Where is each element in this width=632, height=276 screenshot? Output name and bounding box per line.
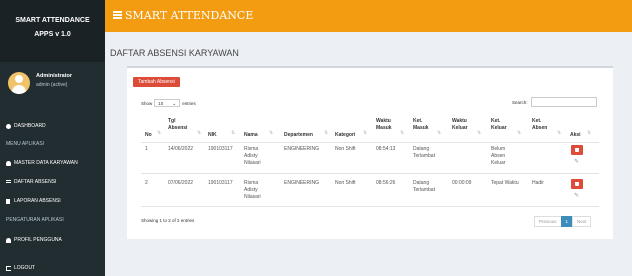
cell-ket-keluar: Belum Absen Keluar	[491, 146, 506, 166]
entries-select-value: 10	[158, 100, 164, 106]
sort-icon: ⇅	[587, 130, 592, 136]
row-divider	[141, 173, 599, 174]
cell-nama: Risma Adisty Nilasari	[244, 180, 261, 200]
sort-icon: ⇅	[157, 130, 162, 136]
header-title: SMART ATTENDANCE	[125, 9, 254, 22]
cell-ket-masuk: Datang Terlambat	[413, 180, 435, 193]
pagination: Previous 1 Next	[534, 216, 592, 227]
sidebar-item-logout[interactable]: LOGOUT	[0, 262, 105, 274]
app-version: APPS v 1.0	[34, 31, 71, 38]
sidebar-item-master-data-karyawan[interactable]: MASTER DATA KARYAWAN	[0, 157, 105, 169]
hamburger-menu-icon[interactable]	[113, 11, 122, 19]
cell-waktu-masuk: 08:56:26	[376, 180, 396, 186]
column-header-ket-absen[interactable]: Ket. Absen	[532, 118, 547, 132]
sort-icon: ⇅	[324, 130, 329, 136]
column-header-departemen[interactable]: Departemen	[284, 132, 313, 139]
cell-no: 1	[145, 146, 148, 152]
search-control: Search:	[512, 97, 597, 107]
sidebar-header-pengaturan-aplikasi: PENGATURAN APLIKASI	[6, 217, 64, 223]
cell-waktu-keluar: 00:00:09	[452, 180, 472, 186]
page-title: DAFTAR ABSENSI KARYAWAN	[110, 48, 239, 58]
users-icon	[6, 160, 11, 166]
sort-icon: ⇅	[437, 130, 442, 136]
column-header-waktu-keluar[interactable]: Waktu Keluar	[452, 118, 468, 132]
cell-ket-keluar: Tepat Waktu	[491, 180, 519, 186]
user-icon	[6, 237, 11, 243]
sidebar-item-label: MASTER DATA KARYAWAN	[14, 160, 78, 166]
sort-icon: ⇅	[557, 130, 562, 136]
sort-icon: ⇅	[269, 130, 274, 136]
row-divider	[141, 206, 599, 207]
brand: SMART ATTENDANCE APPS v 1.0	[0, 0, 105, 62]
content-box: Tambah Absensi Show 10 ⌄ entries Search:…	[127, 66, 613, 239]
avatar	[8, 72, 30, 94]
list-icon	[6, 180, 11, 184]
sort-icon: ⇅	[400, 130, 405, 136]
sort-icon: ⇅	[363, 130, 368, 136]
user-name: Administrator	[36, 73, 73, 79]
cell-nik: 190103117	[208, 146, 233, 152]
entries-length-control: Show 10 ⌄ entries	[141, 99, 196, 107]
sidebar: SMART ATTENDANCE APPS v 1.0 Administrato…	[0, 0, 105, 276]
cell-departemen: ENGINEERING	[284, 180, 320, 186]
logout-icon	[6, 265, 11, 271]
column-header-nama[interactable]: Nama	[244, 132, 258, 139]
column-header-tgl-absensi[interactable]: Tgl Absensi	[168, 118, 187, 132]
column-header-no[interactable]: No	[145, 132, 152, 139]
sidebar-item-label: DAFTAR ABSENSI	[14, 179, 57, 185]
search-input[interactable]	[530, 97, 597, 107]
edit-icon[interactable]: ✎	[574, 192, 579, 199]
chevron-down-icon: ⌄	[172, 101, 177, 107]
user-status: admin (active)	[36, 82, 68, 88]
app-name: SMART ATTENDANCE	[15, 17, 90, 24]
column-header-ket-masuk[interactable]: Ket. Masuk	[413, 118, 429, 132]
cell-kategori: Non Shift	[335, 180, 356, 186]
sidebar-item-label: LAPORAN ABSENSI	[14, 198, 61, 204]
sidebar-item-daftar-absensi[interactable]: DAFTAR ABSENSI	[0, 176, 105, 188]
dashboard-icon	[6, 123, 11, 129]
cell-departemen: ENGINEERING	[284, 146, 320, 152]
sidebar-item-label: PROFIL PENGGUNA	[14, 237, 62, 243]
sort-icon: ⇅	[477, 130, 482, 136]
table-info: Showing 1 to 2 of 2 entries	[141, 218, 195, 223]
sidebar-item-laporan-absensi[interactable]: LAPORAN ABSENSI	[0, 195, 105, 207]
cell-nik: 190103117	[208, 180, 233, 186]
delete-button[interactable]	[571, 179, 583, 189]
column-header-kategori[interactable]: Kategori	[335, 132, 355, 139]
sidebar-item-label: LOGOUT	[14, 265, 36, 271]
cell-nama: Risma Adisty Nilasari	[244, 146, 261, 166]
column-header-aksi[interactable]: Aksi	[570, 132, 581, 139]
sort-icon: ⇅	[197, 130, 202, 136]
cell-no: 2	[145, 180, 148, 186]
add-attendance-button[interactable]: Tambah Absensi	[133, 77, 180, 87]
cell-tgl-absensi: 14/06/2022	[168, 146, 194, 152]
cell-waktu-masuk: 08:54:13	[376, 146, 396, 152]
sidebar-item-label: DASHBOARD	[14, 123, 46, 129]
next-page-button[interactable]: Next	[572, 216, 592, 227]
top-header: SMART ATTENDANCE	[105, 0, 632, 32]
sidebar-item-dashboard[interactable]: DASHBOARD	[0, 120, 105, 132]
cell-tgl-absensi: 07/06/2022	[168, 180, 194, 186]
file-icon	[6, 198, 10, 204]
delete-button[interactable]	[571, 145, 583, 155]
column-header-waktu-masuk[interactable]: Waktu Masuk	[376, 118, 392, 132]
user-panel: Administrator admin (active)	[0, 62, 105, 108]
cell-kategori: Non Shift	[335, 146, 356, 152]
sidebar-header-menu-aplikasi: MENU APLIKASI	[6, 141, 45, 147]
sidebar-item-profil-pengguna[interactable]: PROFIL PENGGUNA	[0, 234, 105, 246]
cell-ket-masuk: Datang Terlambat	[413, 146, 435, 159]
column-header-nik[interactable]: NIK	[208, 132, 217, 139]
entries-select[interactable]: 10 ⌄	[154, 99, 181, 107]
search-label: Search:	[512, 99, 528, 105]
column-header-ket-keluar[interactable]: Ket. Keluar	[491, 118, 507, 132]
edit-icon[interactable]: ✎	[574, 158, 579, 165]
previous-page-button[interactable]: Previous	[534, 216, 562, 227]
sort-icon: ⇅	[231, 130, 236, 136]
entries-label: entries	[182, 100, 196, 106]
show-label: Show	[141, 100, 153, 106]
cell-ket-absen: Hadir	[532, 180, 544, 186]
sort-icon: ⇅	[517, 130, 522, 136]
header-divider	[141, 142, 599, 143]
